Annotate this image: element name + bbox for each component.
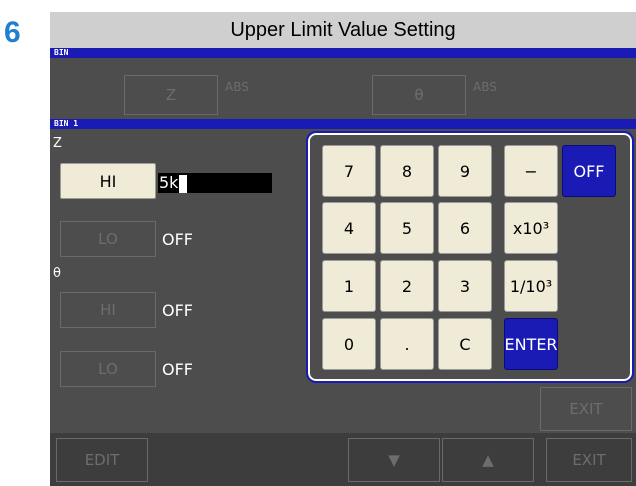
exit-upper-label: EXIT — [569, 400, 603, 418]
scroll-down-button[interactable]: ▼ — [348, 438, 440, 482]
key-2[interactable]: 2 — [380, 260, 434, 312]
key-enter[interactable]: ENTER — [504, 318, 558, 370]
bin-header: BIN — [50, 48, 636, 58]
text-cursor — [179, 174, 188, 193]
theta-hi-label: HI — [100, 301, 116, 319]
z-param-button[interactable]: Z — [124, 75, 218, 115]
chevron-up-icon: ▲ — [482, 451, 494, 469]
theta-hi-value: OFF — [162, 301, 193, 320]
theta-lo-button[interactable]: LO — [60, 351, 156, 387]
key-div10-3[interactable]: 1/10³ — [504, 260, 558, 312]
key-8[interactable]: 8 — [380, 145, 434, 197]
bin1-header: BIN 1 — [50, 119, 636, 129]
chevron-down-icon: ▼ — [388, 451, 400, 469]
key-off[interactable]: OFF — [562, 145, 616, 197]
z-section-label: Z — [53, 136, 62, 151]
key-clear[interactable]: C — [438, 318, 492, 370]
numeric-keypad: 7 8 9 − OFF 4 5 6 x10³ 1 2 3 1/10³ 0 . C… — [306, 131, 634, 383]
z-mode-label: ABS — [225, 80, 249, 94]
theta-hi-button[interactable]: HI — [60, 292, 156, 328]
z-param-label: Z — [165, 86, 177, 104]
key-4[interactable]: 4 — [322, 202, 376, 254]
exit-button-upper[interactable]: EXIT — [540, 387, 632, 431]
z-hi-value-field[interactable]: 5k — [158, 173, 272, 193]
z-lo-button[interactable]: LO — [60, 221, 156, 257]
page-title: Upper Limit Value Setting — [50, 12, 636, 48]
key-minus[interactable]: − — [504, 145, 558, 197]
z-lo-label: LO — [98, 230, 118, 248]
bottom-toolbar: EDIT ▼ ▲ EXIT — [50, 433, 636, 486]
theta-lo-value: OFF — [162, 360, 193, 379]
key-6[interactable]: 6 — [438, 202, 492, 254]
theta-param-button[interactable]: θ — [372, 75, 466, 115]
key-0[interactable]: 0 — [322, 318, 376, 370]
key-9[interactable]: 9 — [438, 145, 492, 197]
key-3[interactable]: 3 — [438, 260, 492, 312]
theta-param-label: θ — [414, 86, 424, 104]
scroll-up-button[interactable]: ▲ — [442, 438, 534, 482]
z-lo-value: OFF — [162, 230, 193, 249]
key-1[interactable]: 1 — [322, 260, 376, 312]
key-7[interactable]: 7 — [322, 145, 376, 197]
exit-button[interactable]: EXIT — [546, 438, 632, 482]
exit-label: EXIT — [572, 451, 606, 469]
key-5[interactable]: 5 — [380, 202, 434, 254]
key-decimal[interactable]: . — [380, 318, 434, 370]
edit-label: EDIT — [84, 451, 120, 469]
step-number: 6 — [4, 16, 21, 49]
theta-mode-label: ABS — [473, 80, 497, 94]
key-x10-3[interactable]: x10³ — [504, 202, 558, 254]
z-hi-button[interactable]: HI — [60, 163, 156, 199]
device-screen: BIN Z ABS θ ABS BIN 1 Z HI 5k LO OFF θ H… — [50, 48, 636, 486]
theta-section-label: θ — [53, 266, 61, 281]
edit-button[interactable]: EDIT — [56, 438, 148, 482]
theta-lo-label: LO — [98, 360, 118, 378]
z-hi-value: 5k — [158, 173, 179, 192]
z-hi-label: HI — [99, 171, 117, 191]
